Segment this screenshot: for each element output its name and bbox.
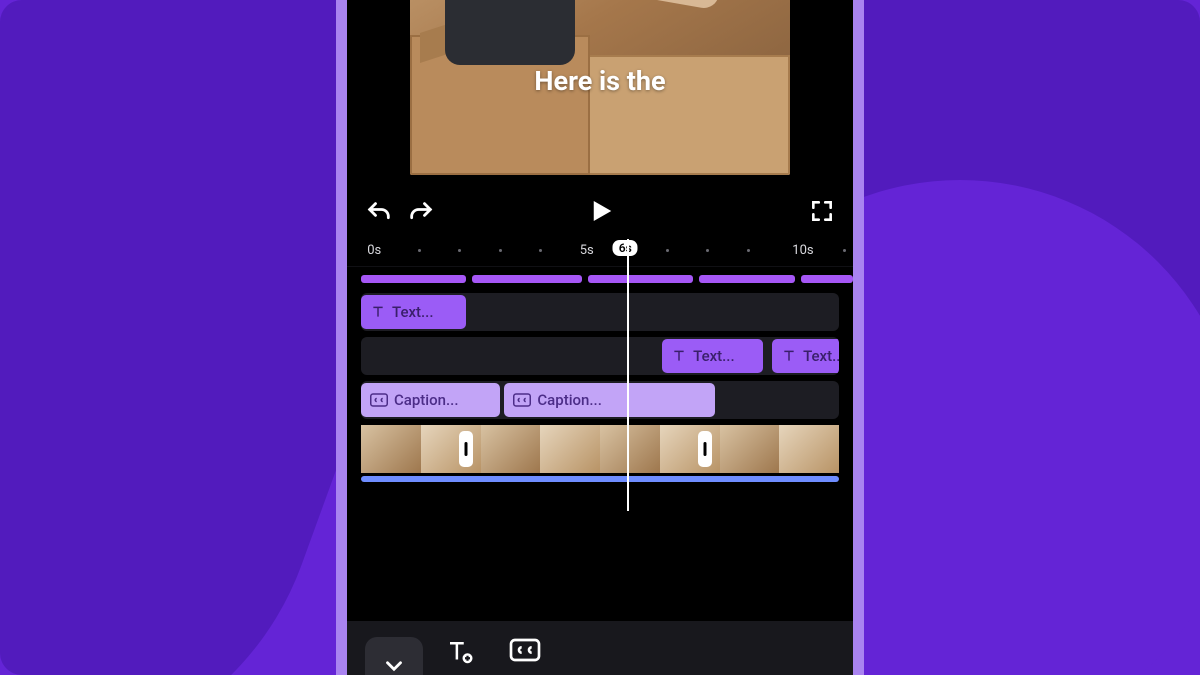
ruler-tick: 10s (792, 243, 813, 258)
video-thumbnail (779, 425, 839, 473)
video-preview[interactable]: Here is the (410, 0, 790, 175)
video-preview-area: Here is the (347, 0, 853, 189)
text-clip[interactable]: Text... (662, 339, 762, 373)
trim-handle-left[interactable] (459, 431, 473, 467)
trim-handle-right[interactable] (698, 431, 712, 467)
redo-icon (407, 199, 435, 227)
undo-button[interactable] (365, 199, 393, 227)
redo-button[interactable] (407, 199, 435, 227)
caption-clip[interactable]: Caption... (361, 383, 500, 417)
text-icon (370, 304, 386, 320)
section-markers-track[interactable] (361, 275, 839, 283)
cc-icon (370, 393, 388, 407)
clip-selection[interactable] (466, 425, 705, 473)
chevron-down-icon (381, 653, 407, 675)
video-track[interactable] (361, 425, 839, 473)
preview-caption-text: Here is the (410, 65, 790, 97)
section-segment[interactable] (588, 275, 693, 283)
clip-label: Caption... (537, 391, 602, 409)
timeline[interactable]: Text... Text... Text... (347, 267, 853, 621)
text-add-icon (445, 637, 475, 671)
clip-label: Text... (392, 303, 434, 321)
playhead-time-badge[interactable]: 6s (613, 240, 638, 256)
transport-bar (347, 189, 853, 239)
section-segment[interactable] (361, 275, 466, 283)
section-segment[interactable] (472, 275, 582, 283)
text-icon (781, 348, 797, 364)
fullscreen-button[interactable] (809, 198, 835, 224)
clip-label: Text... (693, 347, 735, 365)
clip-label: Caption... (394, 391, 459, 409)
ruler-tick: 5s (580, 243, 594, 258)
text-icon (671, 348, 687, 364)
text-track[interactable]: Text... (361, 293, 839, 331)
text-clip[interactable]: Text... (772, 339, 839, 373)
caption-track[interactable]: Caption... Caption... (361, 381, 839, 419)
play-button[interactable] (585, 196, 615, 226)
cc-icon (513, 393, 531, 407)
add-captions-button[interactable]: Captions (497, 637, 553, 675)
undo-icon (365, 199, 393, 227)
phone-frame: Here is the (336, 0, 864, 675)
phone-screen: Here is the (347, 0, 853, 675)
caption-clip[interactable]: Caption... (504, 383, 714, 417)
video-thumbnail (361, 425, 421, 473)
bottom-toolbar: Text Captions (347, 621, 853, 675)
play-icon (585, 196, 615, 226)
audio-track[interactable] (361, 476, 839, 482)
fullscreen-icon (809, 198, 835, 224)
section-segment[interactable] (801, 275, 853, 283)
text-track[interactable]: Text... Text... (361, 337, 839, 375)
ruler-tick: 0s (367, 243, 381, 258)
video-thumbnail (720, 425, 780, 473)
add-text-button[interactable]: Text (445, 637, 475, 675)
text-clip[interactable]: Text... (361, 295, 466, 329)
cc-icon (509, 637, 541, 667)
clip-label: Text... (803, 347, 839, 365)
section-segment[interactable] (699, 275, 795, 283)
time-ruler[interactable]: 0s 5s 10s 6s (347, 239, 853, 267)
collapse-toolbar-button[interactable] (365, 637, 423, 675)
